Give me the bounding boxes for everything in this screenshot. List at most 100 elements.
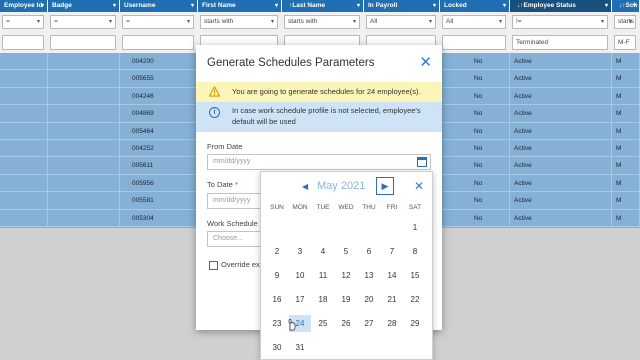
calendar-day[interactable]: 22 (404, 291, 426, 308)
filter-value-input[interactable]: Terminated (512, 35, 608, 50)
column-menu-icon[interactable]: ▾ (433, 0, 436, 12)
column-header-label: First Name (202, 2, 236, 9)
required-marker: * (234, 180, 238, 189)
filter-operator-value: = (6, 18, 10, 25)
cell-empty (48, 209, 120, 227)
calendar-day[interactable]: 1 (404, 219, 426, 236)
calendar-day[interactable]: 19 (335, 291, 357, 308)
filter-value-input[interactable] (50, 35, 116, 50)
column-header[interactable]: First Name ▾ (198, 0, 282, 12)
filter-operator-select[interactable]: starts with ▾ (284, 15, 360, 29)
filter-operator-value: = (54, 18, 58, 25)
calendar-day[interactable]: 23 (266, 315, 288, 332)
calendar-day[interactable]: 8 (404, 243, 426, 260)
from-date-input[interactable]: mm/dd/yyyy (207, 154, 431, 170)
cell-status: Active (510, 192, 612, 210)
column-header[interactable]: ↑Last Name ▾ (282, 0, 364, 12)
column-menu-icon[interactable]: ▾ (357, 0, 360, 12)
cell-username: 005655 (120, 70, 198, 88)
filter-operator-select[interactable]: != ▾ (512, 15, 608, 29)
filter-value-input[interactable] (2, 35, 44, 50)
info-banner: i In case work schedule profile is not s… (196, 102, 442, 132)
calendar-day[interactable]: 17 (289, 291, 311, 308)
calendar-day[interactable]: 11 (312, 267, 334, 284)
column-menu-icon[interactable]: ▾ (41, 0, 44, 12)
cell-empty (0, 105, 48, 123)
calendar-icon[interactable] (417, 157, 427, 167)
cell-sch: M (612, 105, 640, 123)
column-header[interactable]: Badge ▾ (48, 0, 120, 12)
cell-empty (48, 53, 120, 70)
calendar-day[interactable]: 20 (358, 291, 380, 308)
work-schedule-placeholder: Choose... (213, 235, 243, 242)
work-schedule-label: Work Schedule (207, 219, 258, 228)
column-header[interactable]: Username ▾ (120, 0, 198, 12)
prev-month-icon[interactable]: ◀ (302, 182, 308, 191)
filter-operator-select[interactable]: starts with ▾ (200, 15, 278, 29)
calendar-day[interactable]: 30 (266, 339, 288, 356)
calendar-day[interactable]: 7 (381, 243, 403, 260)
calendar-day[interactable]: 2 (266, 243, 288, 260)
filter-operator-select[interactable]: All ▾ (442, 15, 506, 29)
column-header-label: Employee Id (4, 2, 43, 9)
work-schedule-select[interactable]: Choose... (207, 231, 267, 247)
calendar-day[interactable]: 9 (266, 267, 288, 284)
calendar-day[interactable]: 10 (289, 267, 311, 284)
column-menu-icon[interactable]: ▾ (191, 0, 194, 12)
calendar-day[interactable]: 18 (312, 291, 334, 308)
cell-sch: M (612, 53, 640, 70)
filter-operator-select[interactable]: All ▾ (366, 15, 436, 29)
cell-username: 005581 (120, 192, 198, 210)
cell-locked: No (440, 174, 510, 192)
cell-empty (48, 192, 120, 210)
calendar-day[interactable]: 12 (335, 267, 357, 284)
column-header[interactable]: ↓↑Sch ▾ (612, 0, 640, 12)
calendar-day[interactable]: 16 (266, 291, 288, 308)
cell-username: 005611 (120, 157, 198, 175)
month-year-label[interactable]: May 2021 (317, 180, 365, 192)
calendar-day[interactable]: 4 (312, 243, 334, 260)
close-icon[interactable]: ✕ (419, 55, 432, 70)
cell-locked: No (440, 53, 510, 70)
column-header-label: Locked (444, 2, 467, 9)
calendar-day[interactable]: 3 (289, 243, 311, 260)
column-menu-icon[interactable]: ▾ (113, 0, 116, 12)
filter-value-input[interactable] (442, 35, 506, 50)
filter-value-input[interactable] (122, 35, 194, 50)
column-header[interactable]: In Payroll ▾ (364, 0, 440, 12)
column-menu-icon[interactable]: ▾ (633, 0, 636, 12)
calendar-day[interactable]: 31 (289, 339, 311, 356)
calendar-day[interactable]: 26 (335, 315, 357, 332)
filter-operator-select[interactable]: = ▾ (2, 15, 44, 29)
weekday-header: SAT (408, 204, 422, 211)
override-checkbox[interactable] (209, 261, 218, 270)
calendar-day[interactable]: 27 (358, 315, 380, 332)
column-header[interactable]: ↓↑Employee Status ▾ (510, 0, 612, 12)
filter-operator-select[interactable]: = ▾ (122, 15, 194, 29)
calendar-day[interactable]: 29 (404, 315, 426, 332)
filter-value-input[interactable]: M-F (614, 35, 636, 50)
filter-operator-select[interactable]: starts ▾ (614, 15, 636, 29)
column-menu-icon[interactable]: ▾ (503, 0, 506, 12)
calendar-day[interactable]: 14 (381, 267, 403, 284)
cell-username: 004869 (120, 105, 198, 123)
datepicker-close-icon[interactable]: ✕ (414, 179, 424, 193)
calendar-day[interactable]: 21 (381, 291, 403, 308)
filter-operator-value: starts with (288, 18, 318, 25)
calendar-day[interactable]: 6 (358, 243, 380, 260)
column-header[interactable]: Locked ▾ (440, 0, 510, 12)
cell-locked: No (440, 87, 510, 105)
calendar-day[interactable]: 13 (358, 267, 380, 284)
calendar-day[interactable]: 25 (312, 315, 334, 332)
to-date-input[interactable]: mm/dd/yyyy (207, 193, 267, 209)
column-menu-icon[interactable]: ▾ (275, 0, 278, 12)
next-month-button[interactable]: ▶ (376, 177, 394, 195)
calendar-day[interactable]: 15 (404, 267, 426, 284)
column-menu-icon[interactable]: ▾ (605, 0, 608, 12)
column-header-label: In Payroll (368, 2, 398, 9)
calendar-day[interactable]: 5 (335, 243, 357, 260)
to-date-label-text: To Date (207, 180, 233, 189)
column-header[interactable]: Employee Id ▾ (0, 0, 48, 12)
filter-operator-select[interactable]: = ▾ (50, 15, 116, 29)
calendar-day[interactable]: 28 (381, 315, 403, 332)
